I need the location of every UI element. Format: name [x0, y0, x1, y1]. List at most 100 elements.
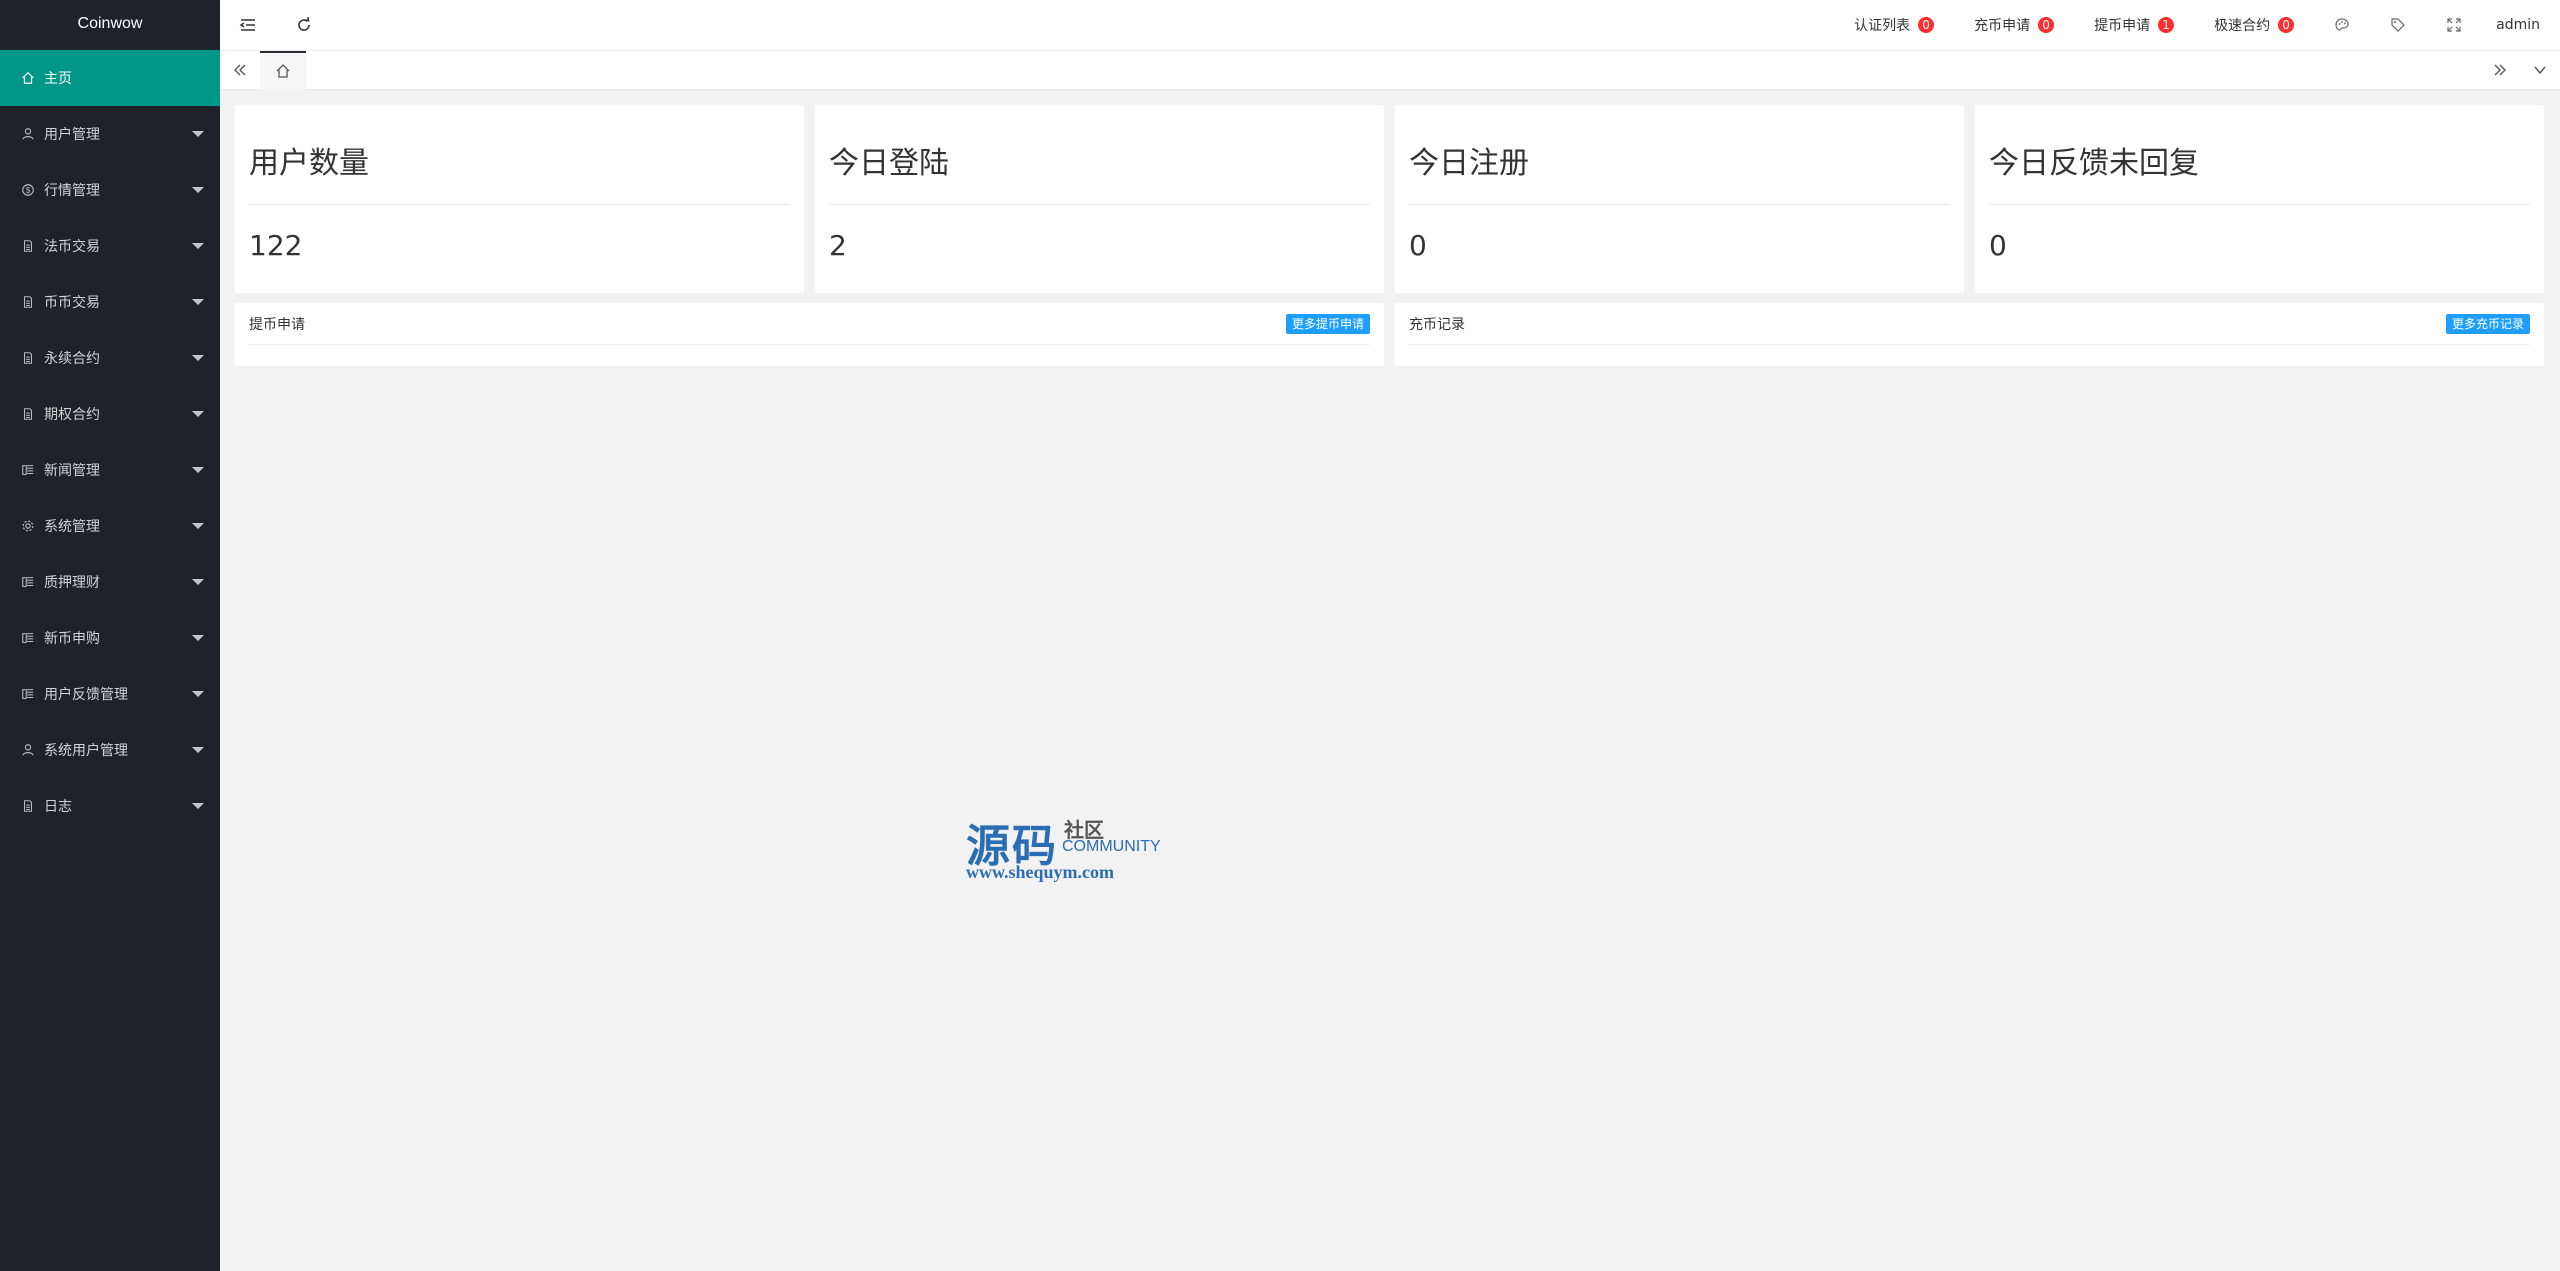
sidebar-item-coin-trading[interactable]: 币币交易	[0, 274, 220, 330]
link-label: 极速合约	[2214, 18, 2271, 34]
sidebar-item-news-management[interactable]: 新闻管理	[0, 442, 220, 498]
sidebar-item-label: 永续合约	[44, 351, 100, 367]
chevron-down-icon	[192, 299, 204, 305]
sidebar-item-perpetual-contract[interactable]: 永续合约	[0, 330, 220, 386]
news-icon	[20, 630, 36, 646]
sidebar-item-label: 主页	[44, 71, 72, 87]
sidebar-item-staking[interactable]: 质押理财	[0, 554, 220, 610]
verification-list-link[interactable]: 认证列表 0	[1834, 0, 1954, 50]
chevron-down-icon	[192, 467, 204, 473]
chevron-down-icon	[192, 187, 204, 193]
stat-value: 0	[1989, 229, 2007, 262]
chevron-down-icon	[192, 579, 204, 585]
chevron-down-icon	[192, 523, 204, 529]
sidebar-item-fiat-trading[interactable]: 法币交易	[0, 218, 220, 274]
news-icon	[20, 686, 36, 702]
more-withdraw-requests-button[interactable]: 更多提币申请	[1285, 313, 1370, 334]
double-chevron-left-icon	[234, 64, 246, 76]
chevron-down-icon	[192, 243, 204, 249]
home-icon	[20, 70, 36, 86]
withdraw-requests-panel: 提币申请 更多提币申请	[235, 303, 1384, 366]
theme-button[interactable]	[2314, 0, 2370, 50]
count-badge: 1	[2158, 17, 2175, 33]
home-icon	[276, 64, 290, 78]
chevron-down-icon	[192, 411, 204, 417]
stat-title: 今日反馈未回复	[1989, 105, 2530, 205]
stat-title: 用户数量	[249, 105, 790, 205]
speed-contract-link[interactable]: 极速合约 0	[2194, 0, 2314, 50]
sidebar-item-label: 币币交易	[44, 295, 100, 311]
link-label: 认证列表	[1854, 18, 1911, 34]
svg-text:$: $	[26, 186, 31, 195]
sidebar-item-logs[interactable]: 日志	[0, 778, 220, 834]
stat-card-today-registrations: 今日注册 0	[1395, 105, 1964, 293]
page-tabs-bar	[220, 50, 2560, 90]
chevron-down-icon	[192, 131, 204, 137]
app-logo[interactable]: Coinwow	[0, 0, 220, 50]
double-chevron-right-icon	[2494, 64, 2506, 76]
tabs-scroll-right-button[interactable]	[2480, 51, 2520, 90]
stat-title: 今日登陆	[829, 105, 1370, 205]
watermark-logo: 源码 社区 COMMUNITY www.shequym.com	[966, 810, 1166, 886]
refresh-button[interactable]	[276, 0, 332, 50]
more-deposit-records-button[interactable]: 更多充币记录	[2445, 313, 2530, 334]
fullscreen-icon	[2447, 18, 2461, 32]
stat-card-today-logins: 今日登陆 2	[815, 105, 1384, 293]
news-icon	[20, 462, 36, 478]
stat-value: 2	[829, 229, 847, 262]
sidebar-item-system-management[interactable]: 系统管理	[0, 498, 220, 554]
file-icon	[20, 350, 36, 366]
tabs-menu-button[interactable]	[2520, 51, 2560, 90]
user-icon	[20, 742, 36, 758]
user-icon	[20, 126, 36, 142]
withdraw-request-link[interactable]: 提币申请 1	[2074, 0, 2194, 50]
username: admin	[2496, 17, 2540, 33]
tag-button[interactable]	[2370, 0, 2426, 50]
stat-card-users: 用户数量 122	[235, 105, 804, 293]
tabs-scroll-left-button[interactable]	[220, 51, 260, 90]
tag-icon	[2391, 18, 2405, 32]
panel-title: 充币记录	[1409, 316, 1465, 333]
link-label: 充币申请	[1974, 18, 2031, 34]
menu-fold-icon	[239, 19, 255, 31]
file-icon	[20, 406, 36, 422]
chevron-down-icon	[192, 355, 204, 361]
watermark-community: COMMUNITY	[1062, 838, 1161, 855]
sidebar-item-label: 用户管理	[44, 127, 100, 143]
chevron-down-icon	[2534, 66, 2546, 75]
sidebar-item-label: 新币申购	[44, 631, 100, 647]
top-header: 认证列表 0 充币申请 0 提币申请 1 极速合约 0 admin	[220, 0, 2560, 50]
count-badge: 0	[2038, 17, 2055, 33]
sidebar-item-label: 行情管理	[44, 183, 100, 199]
sidebar-item-new-coin-subscription[interactable]: 新币申购	[0, 610, 220, 666]
count-badge: 0	[1918, 17, 1935, 33]
stat-title: 今日注册	[1409, 105, 1950, 205]
palette-icon	[2335, 18, 2349, 31]
chevron-down-icon	[192, 803, 204, 809]
sidebar: Coinwow 主页 用户管理 $ 行情管理 法币交易 币币交易 永续合约 期权…	[0, 0, 220, 1271]
sidebar-item-home[interactable]: 主页	[0, 50, 220, 106]
sidebar-item-label: 系统管理	[44, 519, 100, 535]
sidebar-item-options-contract[interactable]: 期权合约	[0, 386, 220, 442]
tab-home[interactable]	[260, 50, 306, 90]
sidebar-item-user-management[interactable]: 用户管理	[0, 106, 220, 162]
toggle-sidebar-button[interactable]	[220, 0, 276, 50]
file-icon	[20, 238, 36, 254]
deposit-request-link[interactable]: 充币申请 0	[1954, 0, 2074, 50]
panel-title: 提币申请	[249, 316, 305, 333]
stat-card-unreplied-feedback: 今日反馈未回复 0	[1975, 105, 2544, 293]
user-menu[interactable]: admin	[2482, 0, 2560, 50]
dollar-icon: $	[20, 182, 36, 198]
stat-value: 0	[1409, 229, 1427, 262]
sidebar-item-label: 系统用户管理	[44, 743, 128, 759]
file-icon	[20, 294, 36, 310]
link-label: 提币申请	[2094, 18, 2151, 34]
watermark-url: www.shequym.com	[966, 862, 1115, 882]
count-badge: 0	[2278, 17, 2295, 33]
fullscreen-button[interactable]	[2426, 0, 2482, 50]
sidebar-item-market-management[interactable]: $ 行情管理	[0, 162, 220, 218]
sidebar-item-user-feedback[interactable]: 用户反馈管理	[0, 666, 220, 722]
stat-value: 122	[249, 229, 303, 262]
chevron-down-icon	[192, 635, 204, 641]
sidebar-item-system-users[interactable]: 系统用户管理	[0, 722, 220, 778]
